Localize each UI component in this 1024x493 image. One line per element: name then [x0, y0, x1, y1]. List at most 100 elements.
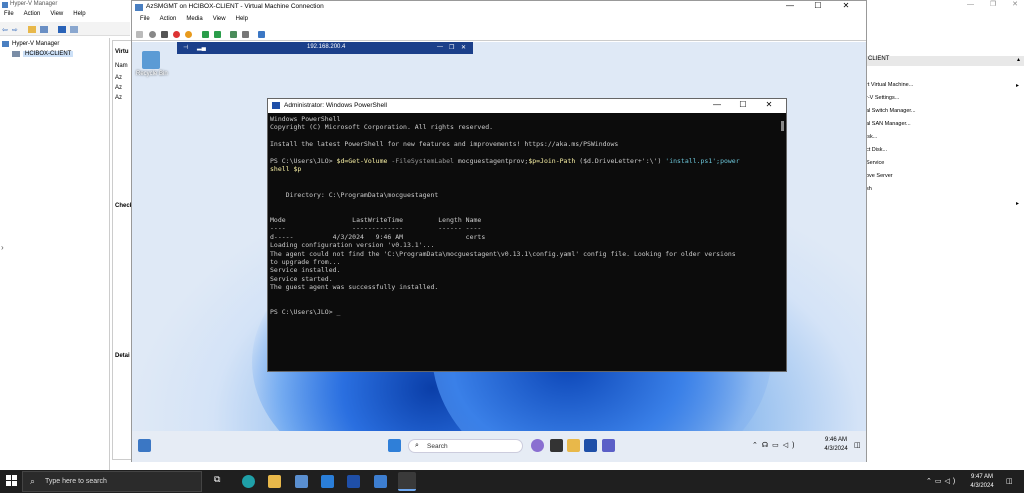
hyperv-tree-pane: Hyper-V Manager HCIBOX-CLIENT › [0, 38, 110, 470]
store-icon[interactable] [374, 475, 387, 488]
maximize-button[interactable]: ☐ [730, 100, 756, 109]
start-icon[interactable] [388, 439, 401, 452]
forward-icon[interactable]: ⇨ [12, 26, 18, 34]
file-explorer-icon[interactable] [567, 439, 580, 452]
menu-view[interactable]: View [50, 11, 63, 17]
host-clock[interactable]: 9:47 AM 4/3/2024 [964, 473, 1000, 491]
menu-file[interactable]: File [4, 11, 14, 17]
copilot-icon[interactable] [531, 439, 544, 452]
recycle-bin-label[interactable]: Recycle Bin [136, 71, 168, 77]
collapse-arrow-icon[interactable]: ▴ [1017, 56, 1020, 63]
hyperv-app-icon [2, 2, 8, 8]
view-icon[interactable] [70, 26, 78, 33]
powershell-icon [272, 102, 280, 109]
action-item[interactable]: al Switch Manager... [866, 108, 916, 114]
guest-clock[interactable]: 9:46 AM 4/3/2024 [818, 436, 854, 454]
restore-icon[interactable]: ❐ [449, 44, 454, 51]
file-explorer-icon[interactable] [268, 475, 281, 488]
minimize-icon[interactable]: — [437, 44, 443, 50]
menu-help[interactable]: Help [73, 11, 85, 17]
vm-connection-window: AzSMGMT on HCIBOX-CLIENT - Virtual Machi… [131, 0, 867, 462]
vm-menu-help[interactable]: Help [236, 16, 248, 22]
action-item[interactable]: Service [866, 160, 884, 166]
widgets-icon[interactable] [138, 439, 151, 452]
system-tray[interactable]: ⌃☊▭◁) [752, 441, 798, 449]
close-icon[interactable]: ✕ [461, 44, 466, 51]
tree-item-hcibox-client[interactable]: HCIBOX-CLIENT [23, 51, 74, 57]
powershell-window[interactable]: Administrator: Windows PowerShell — ☐ ✕ Wi… [267, 98, 787, 372]
close-button[interactable]: ✕ [832, 1, 860, 10]
notepad-icon[interactable] [295, 475, 308, 488]
minimize-button[interactable]: — [704, 100, 730, 109]
powershell-console[interactable]: Windows PowerShell Copyright (C) Microso… [270, 115, 784, 371]
close-icon[interactable]: ✕ [1012, 1, 1018, 8]
hyperv-taskbar-icon[interactable] [398, 472, 416, 491]
folder-icon[interactable] [28, 26, 36, 33]
recycle-bin-icon[interactable] [142, 51, 160, 69]
action-item[interactable]: ove Server [866, 173, 893, 179]
turn-off-icon[interactable] [161, 31, 168, 38]
command-token: ($d.DriveLetter+':\') [579, 157, 666, 166]
expand-arrow-icon[interactable]: › [1, 243, 4, 252]
connection-bar: ⊣ ▂▄ 192.168.200.4 — ❐ ✕ [177, 42, 473, 54]
pause-icon[interactable] [202, 31, 209, 38]
submenu-arrow-icon[interactable]: ▸ [1016, 200, 1019, 207]
task-view-icon[interactable] [550, 439, 563, 452]
guest-time: 9:46 AM [824, 437, 847, 443]
menu-action[interactable]: Action [24, 11, 41, 17]
checkpoint-icon[interactable] [230, 31, 237, 38]
submenu-arrow-icon[interactable]: ▸ [1016, 82, 1019, 89]
notification-icon[interactable]: ◫ [1006, 477, 1013, 485]
ctrl-alt-del-icon[interactable] [136, 31, 143, 38]
edge-icon[interactable] [242, 475, 255, 488]
host-taskbar: ⌕ Type here to search ⧉ ⌃▭◁) 9:47 AM 4/3… [0, 470, 1024, 493]
restore-icon[interactable]: ❐ [990, 1, 996, 8]
resume-icon[interactable] [214, 31, 221, 38]
console-line: Copyright (C) Microsoft Corporation. All… [270, 123, 494, 132]
powershell-icon[interactable] [347, 475, 360, 488]
action-item[interactable]: ct Disk... [866, 147, 887, 153]
pin-icon[interactable]: ⊣ [183, 44, 188, 51]
host-search-box[interactable]: ⌕ Type here to search [22, 471, 202, 492]
vm-titlebar: AzSMGMT on HCIBOX-CLIENT - Virtual Machi… [132, 1, 866, 14]
vscode-icon[interactable] [321, 475, 334, 488]
action-item[interactable]: rt Virtual Machine... [866, 82, 913, 88]
scrollbar-thumb[interactable] [781, 121, 784, 131]
task-view-icon[interactable]: ⧉ [214, 474, 227, 487]
start-vm-icon[interactable] [149, 31, 156, 38]
notification-icon[interactable]: ◫ [854, 441, 861, 449]
hyperv-center-pane: Virtu Nam Az Az Az Check Detai [112, 40, 133, 460]
console-line: The agent could not find the 'C:\Program… [270, 249, 736, 258]
help-icon[interactable] [58, 26, 66, 33]
vm-toolbar [132, 28, 866, 41]
minimize-icon[interactable]: — [967, 1, 974, 8]
save-state-icon[interactable] [185, 31, 192, 38]
guest-desktop[interactable]: ⊣ ▂▄ 192.168.200.4 — ❐ ✕ Recycle Bin Adm… [132, 42, 866, 462]
close-button[interactable]: ✕ [756, 100, 782, 109]
maximize-button[interactable]: ☐ [804, 1, 832, 10]
vm-row[interactable]: Az [115, 85, 122, 91]
shutdown-icon[interactable] [173, 31, 180, 38]
vm-menu-view[interactable]: View [213, 16, 226, 22]
tree-root[interactable]: Hyper-V Manager [12, 41, 59, 47]
vm-name-column[interactable]: Nam [115, 63, 128, 69]
action-item[interactable]: r-V Settings... [866, 95, 899, 101]
vm-menu-media[interactable]: Media [186, 16, 202, 22]
host-system-tray[interactable]: ⌃▭◁) [926, 477, 958, 485]
revert-icon[interactable] [242, 31, 249, 38]
search-box[interactable]: ⌕ Search [408, 439, 523, 453]
vm-menu-action[interactable]: Action [160, 16, 177, 22]
vm-row[interactable]: Az [115, 75, 122, 81]
vm-row[interactable]: Az [115, 95, 122, 101]
properties-icon[interactable] [40, 26, 48, 33]
signal-icon: ▂▄ [197, 45, 206, 51]
windows-start-icon[interactable] [6, 475, 18, 487]
back-icon[interactable]: ⇦ [2, 26, 8, 34]
powershell-taskbar-icon[interactable] [584, 439, 597, 452]
teams-icon[interactable] [602, 439, 615, 452]
vm-menu-file[interactable]: File [140, 16, 150, 22]
action-item[interactable]: isk... [866, 134, 877, 140]
minimize-button[interactable]: — [776, 1, 804, 10]
enhanced-session-icon[interactable] [258, 31, 265, 38]
action-item[interactable]: al SAN Manager... [866, 121, 911, 127]
